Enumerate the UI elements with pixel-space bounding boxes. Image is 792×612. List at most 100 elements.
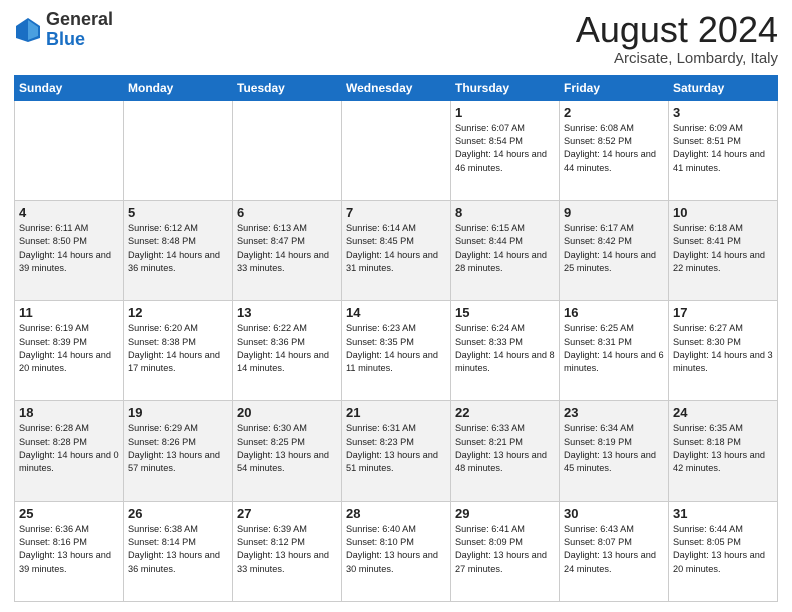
day-number: 21 bbox=[346, 405, 446, 420]
calendar: Sunday Monday Tuesday Wednesday Thursday… bbox=[14, 75, 778, 602]
day-number: 7 bbox=[346, 205, 446, 220]
table-row bbox=[233, 100, 342, 200]
col-wednesday: Wednesday bbox=[342, 75, 451, 100]
day-info: Sunrise: 6:11 AM Sunset: 8:50 PM Dayligh… bbox=[19, 222, 119, 275]
day-number: 28 bbox=[346, 506, 446, 521]
col-tuesday: Tuesday bbox=[233, 75, 342, 100]
col-saturday: Saturday bbox=[669, 75, 778, 100]
day-number: 19 bbox=[128, 405, 228, 420]
day-number: 12 bbox=[128, 305, 228, 320]
day-number: 16 bbox=[564, 305, 664, 320]
day-number: 30 bbox=[564, 506, 664, 521]
calendar-week-row: 1Sunrise: 6:07 AM Sunset: 8:54 PM Daylig… bbox=[15, 100, 778, 200]
day-number: 13 bbox=[237, 305, 337, 320]
day-info: Sunrise: 6:23 AM Sunset: 8:35 PM Dayligh… bbox=[346, 322, 446, 375]
day-info: Sunrise: 6:27 AM Sunset: 8:30 PM Dayligh… bbox=[673, 322, 773, 375]
day-info: Sunrise: 6:18 AM Sunset: 8:41 PM Dayligh… bbox=[673, 222, 773, 275]
table-row: 6Sunrise: 6:13 AM Sunset: 8:47 PM Daylig… bbox=[233, 200, 342, 300]
calendar-week-row: 25 Sunrise: 6:36 AM Sunset: 8:16 PM Dayli… bbox=[15, 501, 778, 601]
day-number: 15 bbox=[455, 305, 555, 320]
day-number: 23 bbox=[564, 405, 664, 420]
table-row: 19 Sunrise: 6:29 AM Sunset: 8:26 PM Dayli… bbox=[124, 401, 233, 501]
table-row: 25 Sunrise: 6:36 AM Sunset: 8:16 PM Dayli… bbox=[15, 501, 124, 601]
table-row: 14 Sunrise: 6:23 AM Sunset: 8:35 PM Dayli… bbox=[342, 301, 451, 401]
day-info: Sunrise: 6:31 AM Sunset: 8:23 PM Dayligh… bbox=[346, 422, 446, 475]
day-info: Sunrise: 6:41 AM Sunset: 8:09 PM Dayligh… bbox=[455, 523, 555, 576]
table-row: 13 Sunrise: 6:22 AM Sunset: 8:36 PM Dayli… bbox=[233, 301, 342, 401]
day-info: Sunrise: 6:20 AM Sunset: 8:38 PM Dayligh… bbox=[128, 322, 228, 375]
table-row: 7 Sunrise: 6:14 AM Sunset: 8:45 PM Daylig… bbox=[342, 200, 451, 300]
table-row: 3 Sunrise: 6:09 AM Sunset: 8:51 PM Daylig… bbox=[669, 100, 778, 200]
day-info: Sunrise: 6:19 AM Sunset: 8:39 PM Dayligh… bbox=[19, 322, 119, 375]
page: GeneralBlue August 2024 Arcisate, Lombar… bbox=[0, 0, 792, 612]
calendar-week-row: 18 Sunrise: 6:28 AM Sunset: 8:28 PM Dayli… bbox=[15, 401, 778, 501]
day-number: 8 bbox=[455, 205, 555, 220]
table-row: 31 Sunrise: 6:44 AM Sunset: 8:05 PM Dayli… bbox=[669, 501, 778, 601]
day-info: Sunrise: 6:24 AM Sunset: 8:33 PM Dayligh… bbox=[455, 322, 555, 375]
day-number: 14 bbox=[346, 305, 446, 320]
day-number: 2 bbox=[564, 105, 664, 120]
day-info: Sunrise: 6:35 AM Sunset: 8:18 PM Dayligh… bbox=[673, 422, 773, 475]
table-row: 26Sunrise: 6:38 AM Sunset: 8:14 PM Dayli… bbox=[124, 501, 233, 601]
day-number: 1 bbox=[455, 105, 555, 120]
table-row: 9 Sunrise: 6:17 AM Sunset: 8:42 PM Daylig… bbox=[560, 200, 669, 300]
day-info: Sunrise: 6:28 AM Sunset: 8:28 PM Dayligh… bbox=[19, 422, 119, 475]
col-thursday: Thursday bbox=[451, 75, 560, 100]
day-number: 3 bbox=[673, 105, 773, 120]
table-row bbox=[342, 100, 451, 200]
table-row: 20 Sunrise: 6:30 AM Sunset: 8:25 PM Dayli… bbox=[233, 401, 342, 501]
day-info: Sunrise: 6:12 AM Sunset: 8:48 PM Dayligh… bbox=[128, 222, 228, 275]
table-row bbox=[124, 100, 233, 200]
day-number: 22 bbox=[455, 405, 555, 420]
day-number: 27 bbox=[237, 506, 337, 521]
day-info: Sunrise: 6:09 AM Sunset: 8:51 PM Dayligh… bbox=[673, 122, 773, 175]
day-info: Sunrise: 6:29 AM Sunset: 8:26 PM Dayligh… bbox=[128, 422, 228, 475]
day-number: 11 bbox=[19, 305, 119, 320]
day-number: 29 bbox=[455, 506, 555, 521]
day-info: Sunrise: 6:44 AM Sunset: 8:05 PM Dayligh… bbox=[673, 523, 773, 576]
table-row: 11 Sunrise: 6:19 AM Sunset: 8:39 PM Dayli… bbox=[15, 301, 124, 401]
table-row: 27Sunrise: 6:39 AM Sunset: 8:12 PM Dayli… bbox=[233, 501, 342, 601]
day-info: Sunrise: 6:15 AM Sunset: 8:44 PM Dayligh… bbox=[455, 222, 555, 275]
table-row: 12 Sunrise: 6:20 AM Sunset: 8:38 PM Dayli… bbox=[124, 301, 233, 401]
day-number: 20 bbox=[237, 405, 337, 420]
calendar-body: 1Sunrise: 6:07 AM Sunset: 8:54 PM Daylig… bbox=[15, 100, 778, 601]
table-row: 23Sunrise: 6:34 AM Sunset: 8:19 PM Dayli… bbox=[560, 401, 669, 501]
day-number: 5 bbox=[128, 205, 228, 220]
month-year: August 2024 bbox=[576, 10, 778, 50]
calendar-week-row: 11 Sunrise: 6:19 AM Sunset: 8:39 PM Dayli… bbox=[15, 301, 778, 401]
day-number: 4 bbox=[19, 205, 119, 220]
table-row bbox=[15, 100, 124, 200]
table-row: 28Sunrise: 6:40 AM Sunset: 8:10 PM Dayli… bbox=[342, 501, 451, 601]
day-info: Sunrise: 6:33 AM Sunset: 8:21 PM Dayligh… bbox=[455, 422, 555, 475]
calendar-week-row: 4 Sunrise: 6:11 AM Sunset: 8:50 PM Daylig… bbox=[15, 200, 778, 300]
table-row: 30 Sunrise: 6:43 AM Sunset: 8:07 PM Dayli… bbox=[560, 501, 669, 601]
day-number: 10 bbox=[673, 205, 773, 220]
day-number: 24 bbox=[673, 405, 773, 420]
day-info: Sunrise: 6:43 AM Sunset: 8:07 PM Dayligh… bbox=[564, 523, 664, 576]
day-number: 31 bbox=[673, 506, 773, 521]
day-number: 18 bbox=[19, 405, 119, 420]
table-row: 1Sunrise: 6:07 AM Sunset: 8:54 PM Daylig… bbox=[451, 100, 560, 200]
table-row: 22 Sunrise: 6:33 AM Sunset: 8:21 PM Dayli… bbox=[451, 401, 560, 501]
day-info: Sunrise: 6:14 AM Sunset: 8:45 PM Dayligh… bbox=[346, 222, 446, 275]
table-row: 8 Sunrise: 6:15 AM Sunset: 8:44 PM Daylig… bbox=[451, 200, 560, 300]
logo-icon bbox=[14, 16, 42, 44]
table-row: 5 Sunrise: 6:12 AM Sunset: 8:48 PM Daylig… bbox=[124, 200, 233, 300]
day-info: Sunrise: 6:36 AM Sunset: 8:16 PM Dayligh… bbox=[19, 523, 119, 576]
logo-text: GeneralBlue bbox=[46, 10, 113, 50]
day-info: Sunrise: 6:17 AM Sunset: 8:42 PM Dayligh… bbox=[564, 222, 664, 275]
col-sunday: Sunday bbox=[15, 75, 124, 100]
day-number: 17 bbox=[673, 305, 773, 320]
day-info: Sunrise: 6:22 AM Sunset: 8:36 PM Dayligh… bbox=[237, 322, 337, 375]
day-info: Sunrise: 6:13 AM Sunset: 8:47 PM Dayligh… bbox=[237, 222, 337, 275]
title-block: August 2024 Arcisate, Lombardy, Italy bbox=[576, 10, 778, 67]
table-row: 2 Sunrise: 6:08 AM Sunset: 8:52 PM Daylig… bbox=[560, 100, 669, 200]
day-info: Sunrise: 6:30 AM Sunset: 8:25 PM Dayligh… bbox=[237, 422, 337, 475]
day-number: 25 bbox=[19, 506, 119, 521]
table-row: 16Sunrise: 6:25 AM Sunset: 8:31 PM Dayli… bbox=[560, 301, 669, 401]
day-number: 9 bbox=[564, 205, 664, 220]
day-info: Sunrise: 6:08 AM Sunset: 8:52 PM Dayligh… bbox=[564, 122, 664, 175]
table-row: 29 Sunrise: 6:41 AM Sunset: 8:09 PM Dayli… bbox=[451, 501, 560, 601]
table-row: 18 Sunrise: 6:28 AM Sunset: 8:28 PM Dayli… bbox=[15, 401, 124, 501]
